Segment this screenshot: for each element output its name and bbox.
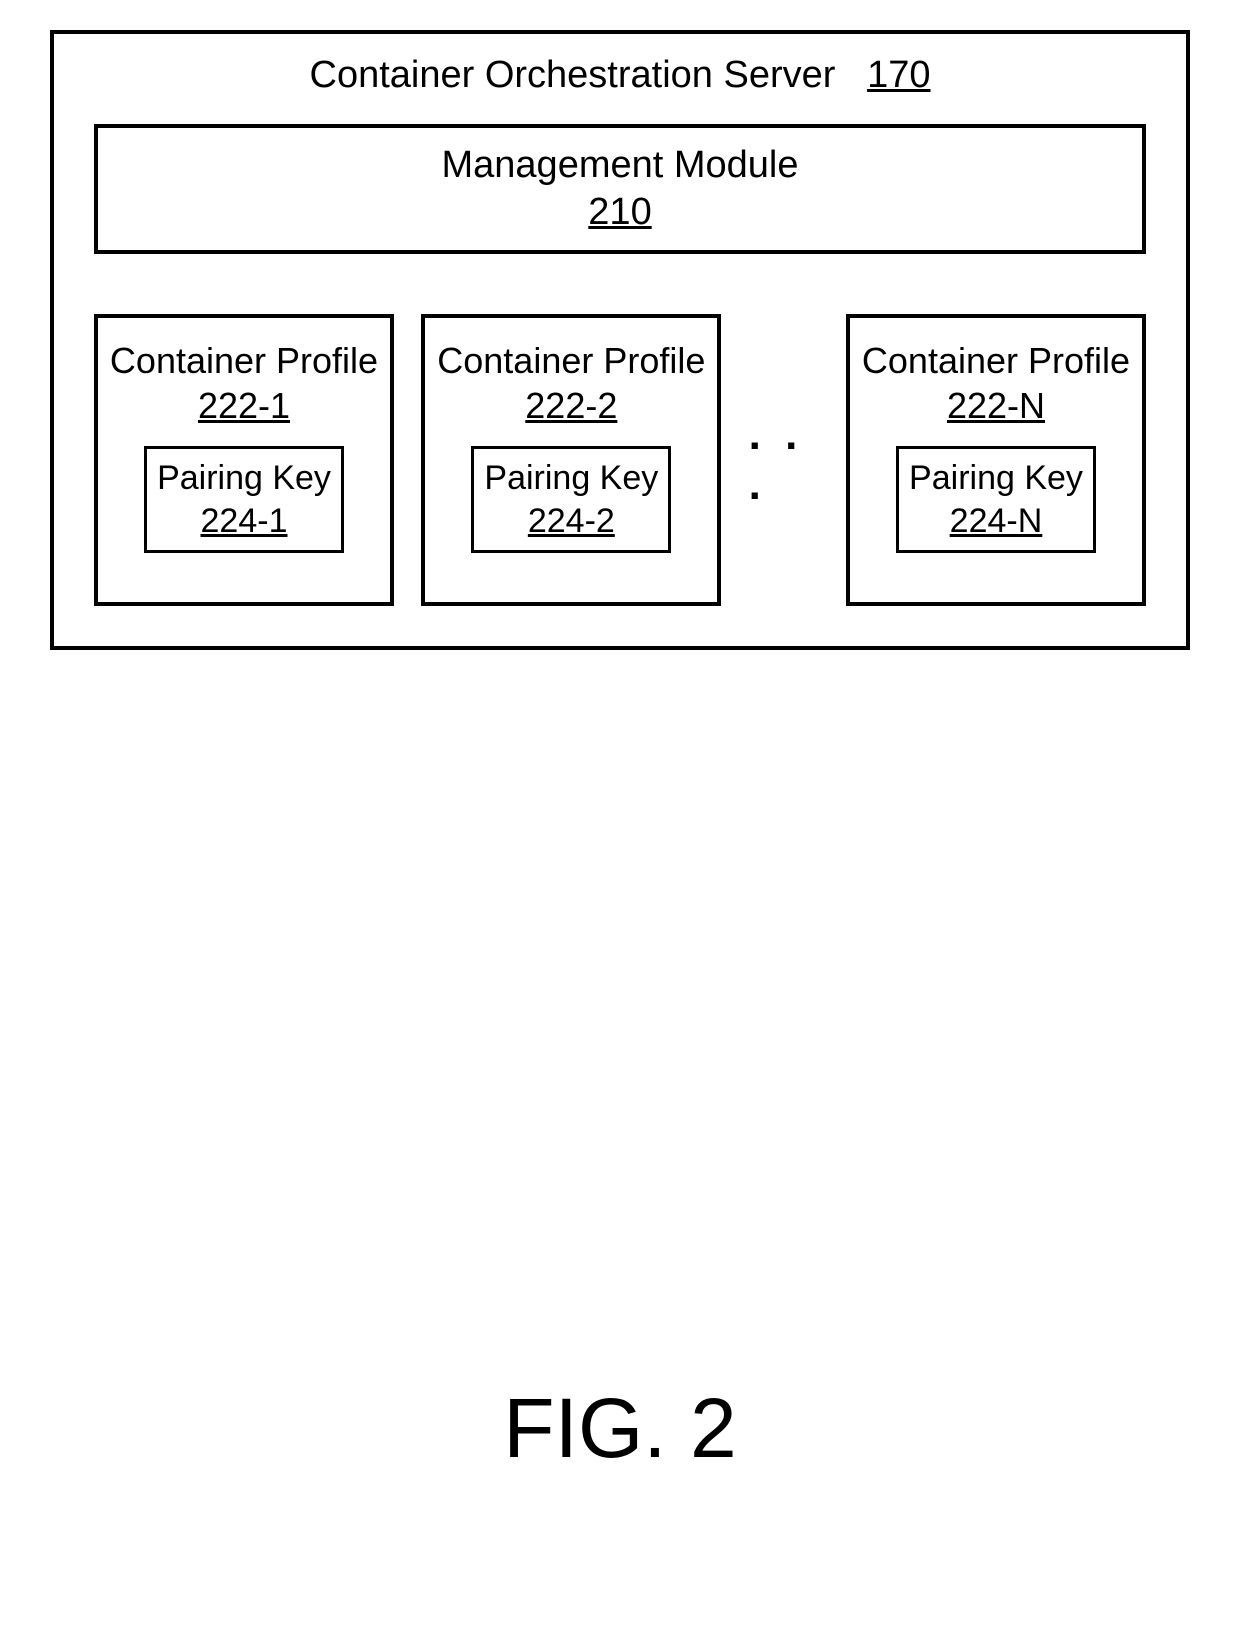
container-profile-box-n: Container Profile 222-N Pairing Key 224-… bbox=[846, 314, 1146, 606]
pairing-key-ref: 224-1 bbox=[201, 500, 288, 543]
container-profile-ref: 222-1 bbox=[198, 383, 290, 428]
pairing-key-ref: 224-2 bbox=[528, 500, 615, 543]
server-title-ref: 170 bbox=[867, 54, 930, 96]
container-profile-label: Container Profile bbox=[862, 338, 1130, 383]
management-module-box: Management Module 210 bbox=[94, 124, 1146, 254]
server-box: Container Orchestration Server 170 Manag… bbox=[50, 30, 1190, 650]
pairing-key-box-2: Pairing Key 224-2 bbox=[471, 446, 671, 553]
management-module-ref: 210 bbox=[588, 189, 651, 237]
ellipsis-text: . . . bbox=[749, 410, 819, 510]
container-profile-box-2: Container Profile 222-2 Pairing Key 224-… bbox=[421, 314, 721, 606]
profiles-row: Container Profile 222-1 Pairing Key 224-… bbox=[94, 314, 1146, 606]
container-profile-label: Container Profile bbox=[437, 338, 705, 383]
server-title-text: Container Orchestration Server bbox=[310, 54, 836, 96]
pairing-key-box-1: Pairing Key 224-1 bbox=[144, 446, 344, 553]
container-profile-ref: 222-N bbox=[947, 383, 1045, 428]
server-title: Container Orchestration Server 170 bbox=[54, 54, 1186, 97]
pairing-key-ref: 224-N bbox=[950, 500, 1043, 543]
ellipsis: . . . bbox=[749, 314, 819, 606]
container-profile-box-1: Container Profile 222-1 Pairing Key 224-… bbox=[94, 314, 394, 606]
pairing-key-label: Pairing Key bbox=[484, 457, 658, 500]
pairing-key-label: Pairing Key bbox=[157, 457, 331, 500]
container-profile-ref: 222-2 bbox=[525, 383, 617, 428]
figure-label-text: FIG. 2 bbox=[503, 1381, 736, 1475]
figure-label: FIG. 2 bbox=[0, 1380, 1240, 1477]
pairing-key-box-n: Pairing Key 224-N bbox=[896, 446, 1096, 553]
pairing-key-label: Pairing Key bbox=[909, 457, 1083, 500]
container-profile-label: Container Profile bbox=[110, 338, 378, 383]
management-module-label: Management Module bbox=[442, 142, 799, 190]
diagram-canvas: Container Orchestration Server 170 Manag… bbox=[0, 0, 1240, 1648]
